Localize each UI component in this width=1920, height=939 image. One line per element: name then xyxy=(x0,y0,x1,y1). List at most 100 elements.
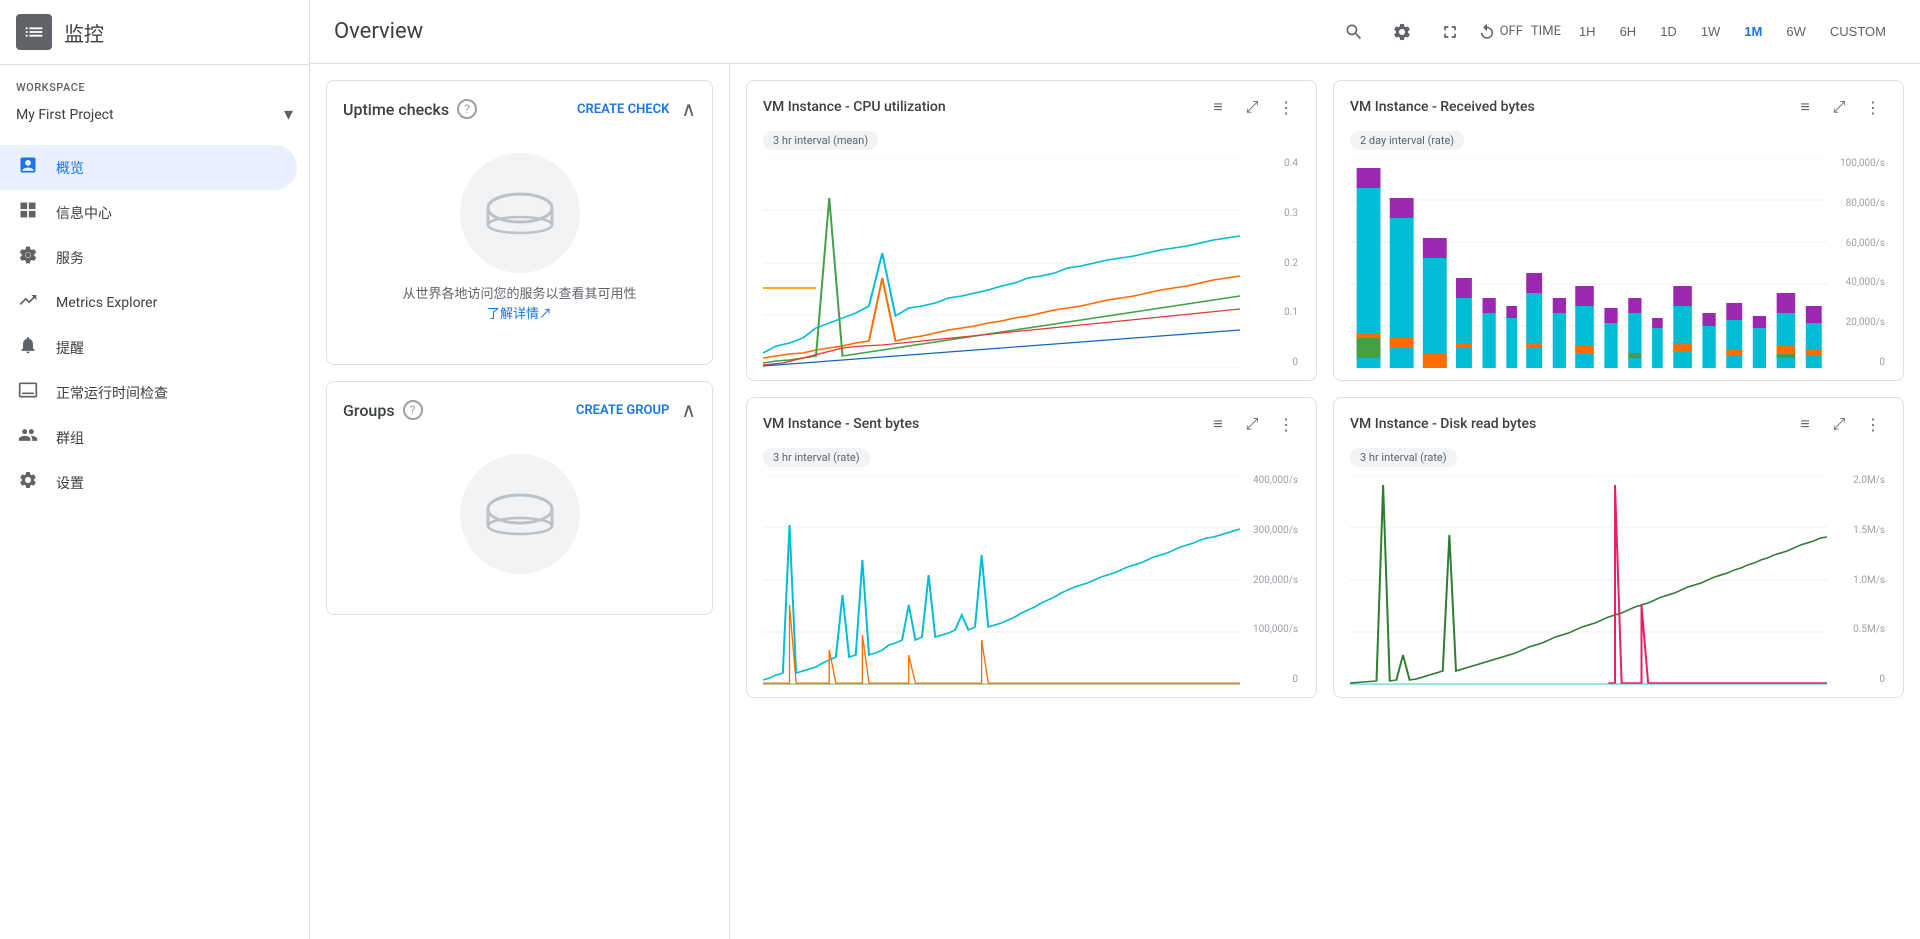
nav-icon-uptime xyxy=(16,380,40,405)
sidebar-item-overview[interactable]: 概览 xyxy=(0,145,297,190)
uptime-empty-state: 从世界各地访问您的服务以查看其可用性 了解详情↗ xyxy=(343,129,696,348)
create-group-link[interactable]: CREATE GROUP xyxy=(576,403,670,418)
chart-cpu-fullscreen-btn[interactable]: ⤢ xyxy=(1238,93,1266,121)
chart-disk-y-labels: 2.0M/s1.5M/s1.0M/s0.5M/s0 xyxy=(1832,475,1887,685)
uptime-card-chevron-icon[interactable]: ∧ xyxy=(681,97,696,121)
chart-sent-y-labels: 400,000/s300,000/s200,000/s100,000/s0 xyxy=(1245,475,1300,685)
chart-sent-svg xyxy=(763,475,1240,685)
sidebar-item-groups[interactable]: 群组 xyxy=(0,415,297,460)
time-btn-1d[interactable]: 1D xyxy=(1650,18,1687,45)
groups-card-header: Groups ? CREATE GROUP ∧ xyxy=(343,398,696,422)
content-area: Uptime checks ? CREATE CHECK ∧ xyxy=(310,64,1920,939)
nav-icon-metrics xyxy=(16,290,40,315)
uptime-card-title-row: Uptime checks ? xyxy=(343,99,477,119)
nav-icon-settings xyxy=(16,470,40,495)
chart-cpu: VM Instance - CPU utilization ≡ ⤢ ⋮ 3 hr… xyxy=(746,80,1317,381)
sidebar-item-uptime[interactable]: 正常运行时间检查 xyxy=(0,370,297,415)
app-title: 监控 xyxy=(64,18,104,47)
chart-sent-area: 400,000/s300,000/s200,000/s100,000/s0 xyxy=(763,475,1300,685)
chart-sent-legend-btn[interactable]: ≡ xyxy=(1204,410,1232,438)
learn-more-link[interactable]: 了解详情↗ xyxy=(487,307,552,322)
groups-card-title-row: Groups ? xyxy=(343,400,423,420)
refresh-label: OFF xyxy=(1500,24,1523,39)
chart-cpu-actions: ≡ ⤢ ⋮ xyxy=(1204,93,1300,121)
sidebar: 监控 Workspace My First Project ▾ 概览 信息中心 … xyxy=(0,0,310,939)
top-bar: Overview OFF TIME 1H 6H 1D 1W 1M xyxy=(310,0,1920,64)
chart-disk-fullscreen-btn[interactable]: ⤢ xyxy=(1825,410,1853,438)
time-btn-custom[interactable]: CUSTOM xyxy=(1820,18,1896,45)
groups-help-icon[interactable]: ? xyxy=(403,400,423,420)
chart-cpu-header: VM Instance - CPU utilization ≡ ⤢ ⋮ xyxy=(763,93,1300,121)
sidebar-item-dashboard[interactable]: 信息中心 xyxy=(0,190,297,235)
workspace-label: Workspace xyxy=(16,81,293,94)
sidebar-header: 监控 xyxy=(0,0,309,65)
chart-sent-title: VM Instance - Sent bytes xyxy=(763,416,919,432)
uptime-card: Uptime checks ? CREATE CHECK ∧ xyxy=(326,80,713,365)
sidebar-item-services[interactable]: 服务 xyxy=(0,235,297,280)
groups-empty-circle xyxy=(460,454,580,574)
chart-received-title: VM Instance - Received bytes xyxy=(1350,99,1535,115)
sidebar-item-alerts[interactable]: 提醒 xyxy=(0,325,297,370)
uptime-help-icon[interactable]: ? xyxy=(457,99,477,119)
chart-sent-actions: ≡ ⤢ ⋮ xyxy=(1204,410,1300,438)
workspace-chevron-icon: ▾ xyxy=(284,104,293,125)
top-bar-actions: OFF TIME 1H 6H 1D 1W 1M 6W CUSTOM xyxy=(1334,12,1896,52)
groups-card-chevron-icon[interactable]: ∧ xyxy=(681,398,696,422)
time-btn-1w[interactable]: 1W xyxy=(1691,18,1731,45)
groups-card: Groups ? CREATE GROUP ∧ xyxy=(326,381,713,615)
nav-icon-overview xyxy=(16,155,40,180)
chart-received-header: VM Instance - Received bytes ≡ ⤢ ⋮ xyxy=(1350,93,1887,121)
nav-label-services: 服务 xyxy=(56,248,84,268)
time-btn-6h[interactable]: 6H xyxy=(1610,18,1647,45)
chart-sent-more-btn[interactable]: ⋮ xyxy=(1272,410,1300,438)
chart-cpu-interval: 3 hr interval (mean) xyxy=(763,131,878,150)
workspace-project-name: My First Project xyxy=(16,107,114,123)
uptime-card-title: Uptime checks xyxy=(343,100,449,119)
chart-sent-fullscreen-btn[interactable]: ⤢ xyxy=(1238,410,1266,438)
time-btn-1m[interactable]: 1M xyxy=(1734,18,1772,45)
chart-disk-legend-btn[interactable]: ≡ xyxy=(1791,410,1819,438)
sidebar-item-settings[interactable]: 设置 xyxy=(0,460,297,505)
nav-label-alerts: 提醒 xyxy=(56,338,84,358)
workspace-section: Workspace My First Project ▾ xyxy=(0,65,309,137)
chart-cpu-title: VM Instance - CPU utilization xyxy=(763,99,946,115)
groups-card-title: Groups xyxy=(343,401,395,420)
uptime-empty-circle xyxy=(460,153,580,273)
workspace-selector[interactable]: My First Project ▾ xyxy=(16,100,293,129)
chart-received: VM Instance - Received bytes ≡ ⤢ ⋮ 2 day… xyxy=(1333,80,1904,381)
sidebar-item-metrics[interactable]: Metrics Explorer xyxy=(0,280,297,325)
fullscreen-button[interactable] xyxy=(1430,12,1470,52)
chart-disk-title: VM Instance - Disk read bytes xyxy=(1350,416,1536,432)
refresh-toggle[interactable]: OFF xyxy=(1478,23,1523,41)
chart-received-area: 100,000/s80,000/s60,000/s40,000/s20,000/… xyxy=(1350,158,1887,368)
chart-cpu-legend-btn[interactable]: ≡ xyxy=(1204,93,1232,121)
chart-sent-interval: 3 hr interval (rate) xyxy=(763,448,870,467)
chart-received-svg xyxy=(1350,158,1827,368)
chart-received-more-btn[interactable]: ⋮ xyxy=(1859,93,1887,121)
groups-card-actions: CREATE GROUP ∧ xyxy=(576,398,696,422)
chart-received-actions: ≡ ⤢ ⋮ xyxy=(1791,93,1887,121)
time-btn-6w[interactable]: 6W xyxy=(1776,18,1816,45)
time-nav: TIME 1H 6H 1D 1W 1M 6W CUSTOM xyxy=(1531,18,1896,45)
search-button[interactable] xyxy=(1334,12,1374,52)
chart-received-y-labels: 100,000/s80,000/s60,000/s40,000/s20,000/… xyxy=(1832,158,1887,368)
chart-disk-header: VM Instance - Disk read bytes ≡ ⤢ ⋮ xyxy=(1350,410,1887,438)
chart-cpu-y-labels: 0.40.30.20.10 xyxy=(1245,158,1300,368)
nav-label-groups: 群组 xyxy=(56,428,84,448)
chart-disk-interval: 3 hr interval (rate) xyxy=(1350,448,1457,467)
settings-button[interactable] xyxy=(1382,12,1422,52)
left-panel: Uptime checks ? CREATE CHECK ∧ xyxy=(310,64,730,939)
create-check-link[interactable]: CREATE CHECK xyxy=(577,102,669,117)
nav-label-overview: 概览 xyxy=(56,158,84,178)
time-btn-1h[interactable]: 1H xyxy=(1569,18,1606,45)
charts-panel: VM Instance - CPU utilization ≡ ⤢ ⋮ 3 hr… xyxy=(730,64,1920,939)
nav-icon-groups xyxy=(16,425,40,450)
uptime-card-actions: CREATE CHECK ∧ xyxy=(577,97,696,121)
main-content: Overview OFF TIME 1H 6H 1D 1W 1M xyxy=(310,0,1920,939)
uptime-card-header: Uptime checks ? CREATE CHECK ∧ xyxy=(343,97,696,121)
chart-received-legend-btn[interactable]: ≡ xyxy=(1791,93,1819,121)
chart-disk-more-btn[interactable]: ⋮ xyxy=(1859,410,1887,438)
chart-cpu-more-btn[interactable]: ⋮ xyxy=(1272,93,1300,121)
chart-received-fullscreen-btn[interactable]: ⤢ xyxy=(1825,93,1853,121)
chart-cpu-area: 0.40.30.20.10 xyxy=(763,158,1300,368)
